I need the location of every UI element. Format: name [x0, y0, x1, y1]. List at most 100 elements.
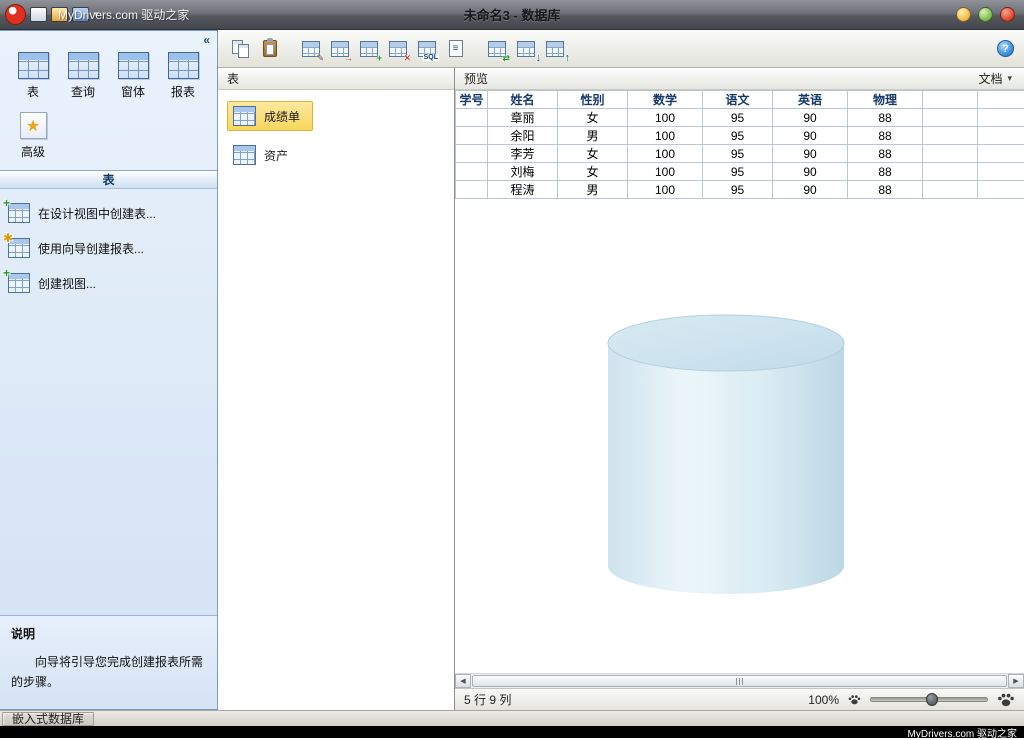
action-label: 创建视图...: [38, 275, 96, 292]
table-row: 余阳 男 100 95 90 88: [456, 127, 1024, 145]
star-icon: ★: [20, 112, 47, 139]
column-header: [978, 91, 1024, 109]
sidebar-item-label: 窗体: [121, 83, 145, 100]
database-type-label: 嵌入式数据库: [2, 712, 94, 726]
maximize-button[interactable]: [978, 7, 993, 22]
column-header: 数学: [628, 91, 703, 109]
toolbar-clipboard-group: [228, 36, 282, 61]
sidebar-item-tables[interactable]: 表: [8, 52, 58, 100]
preview-statusbar: 5 行 9 列 100%: [455, 688, 1024, 710]
table-row: 李芳 女 100 95 90 88: [456, 145, 1024, 163]
create-report-wizard-item[interactable]: ✱ 使用向导创建报表...: [8, 238, 209, 258]
table-row: 章丽 女 100 95 90 88: [456, 109, 1024, 127]
copy-icon[interactable]: [228, 36, 253, 61]
zoom-in-icon[interactable]: [997, 692, 1015, 707]
zoom-level-label: 100%: [808, 693, 839, 707]
main-area: « 表 查询 窗体 报表 ★ 高级 表: [0, 30, 1024, 710]
scrollbar-thumb[interactable]: [472, 675, 1007, 687]
sidebar-section-title: 表: [0, 170, 217, 189]
sidebar-item-advanced[interactable]: ★ 高级: [8, 112, 58, 160]
window-controls: [956, 7, 1024, 22]
column-header: [923, 91, 978, 109]
action-label: 使用向导创建报表...: [38, 240, 144, 257]
description-title: 说明: [11, 625, 206, 642]
quick-access-menu-arrow-icon[interactable]: ▾: [93, 9, 99, 20]
rows-cols-label: 5 行 9 列: [464, 691, 511, 708]
column-header: 性别: [558, 91, 628, 109]
column-header: 物理: [848, 91, 923, 109]
sidebar-actions: + 在设计视图中创建表... ✱ 使用向导创建报表... + 创建视图...: [0, 189, 217, 307]
horizontal-scrollbar: ◀ ▶: [455, 673, 1024, 688]
export-data-icon[interactable]: ⇄: [484, 36, 509, 61]
sidebar-top-strip: «: [0, 31, 217, 46]
sort-ascending-icon[interactable]: ↓: [513, 36, 538, 61]
new-view-icon: +: [8, 273, 30, 293]
sidebar-item-label: 查询: [71, 83, 95, 100]
toolbar: ✎ → + ✕ SQL ≡: [218, 30, 1024, 68]
minimize-button[interactable]: [956, 7, 971, 22]
document-menu-button[interactable]: 文档 ▾: [975, 69, 1015, 88]
report-icon: [168, 52, 199, 79]
tables-panel-header: 表: [218, 68, 454, 90]
wizard-badge-icon: ✱: [3, 231, 13, 245]
chevron-down-icon: ▾: [1007, 73, 1012, 84]
sidebar-item-forms[interactable]: 窗体: [108, 52, 158, 100]
sql-query-icon[interactable]: SQL: [414, 36, 439, 61]
design-table-icon[interactable]: ✎: [298, 36, 323, 61]
tables-icon: [18, 52, 49, 79]
action-label: 在设计视图中创建表...: [38, 205, 156, 222]
toolbar-table-group: ✎ → + ✕ SQL ≡: [298, 36, 468, 61]
description-text: 向导将引导您完成创建报表所需的步骤。: [11, 653, 206, 693]
open-icon[interactable]: [51, 7, 68, 22]
create-table-designview-item[interactable]: + 在设计视图中创建表...: [8, 203, 209, 223]
table-header-row: 学号 姓名 性别 数学 语文 英语 物理: [456, 91, 1024, 109]
import-data-icon[interactable]: →: [327, 36, 352, 61]
footer-watermark-bar: MyDrivers.com 驱动之家: [0, 726, 1024, 738]
form-icon: [118, 52, 149, 79]
list-item-assets[interactable]: 资产: [227, 140, 301, 170]
delete-record-icon[interactable]: ✕: [385, 36, 410, 61]
document-menu-label: 文档: [978, 70, 1002, 87]
sidebar-item-label: 表: [27, 83, 39, 100]
list-item-label: 成绩单: [264, 108, 300, 125]
zoom-slider-thumb[interactable]: [926, 693, 938, 706]
content-row: 表 成绩单 资产 预览 文档: [218, 68, 1024, 710]
sidebar: « 表 查询 窗体 报表 ★ 高级 表: [0, 30, 218, 710]
scrollbar-track[interactable]: [471, 674, 1008, 688]
scroll-left-button[interactable]: ◀: [455, 674, 471, 688]
column-header: 姓名: [488, 91, 558, 109]
close-button[interactable]: [1000, 7, 1015, 22]
preview-header: 预览 文档 ▾: [455, 68, 1024, 90]
zoom-out-icon[interactable]: [848, 694, 861, 705]
collapse-sidebar-button[interactable]: «: [203, 35, 210, 45]
save-icon[interactable]: [72, 7, 89, 22]
paste-icon[interactable]: [257, 36, 282, 61]
table-icon: [233, 106, 256, 126]
tables-panel-title: 表: [227, 70, 239, 87]
sidebar-item-queries[interactable]: 查询: [58, 52, 108, 100]
plus-badge-icon: +: [3, 266, 10, 280]
column-header: 语文: [703, 91, 773, 109]
sort-descending-icon[interactable]: ↑: [542, 36, 567, 61]
table-row: 程涛 男 100 95 90 88: [456, 181, 1024, 199]
zoom-slider[interactable]: [870, 697, 988, 702]
zoom-controls: 100%: [808, 692, 1015, 707]
list-item-grades[interactable]: 成绩单: [227, 101, 313, 131]
cylinder-graphic: [607, 314, 845, 596]
sidebar-item-label: 报表: [171, 83, 195, 100]
quick-access-toolbar: ▾: [0, 4, 99, 25]
tables-list: 成绩单 资产: [218, 90, 454, 181]
description-box: 说明 向导将引导您完成创建报表所需的步骤。: [0, 615, 217, 709]
scroll-right-button[interactable]: ▶: [1008, 674, 1024, 688]
view-definition-icon[interactable]: ≡: [443, 36, 468, 61]
insert-record-icon[interactable]: +: [356, 36, 381, 61]
right-column: ✎ → + ✕ SQL ≡: [218, 30, 1024, 710]
new-document-icon[interactable]: [30, 7, 47, 22]
create-view-item[interactable]: + 创建视图...: [8, 273, 209, 293]
preview-grid: 学号 姓名 性别 数学 语文 英语 物理: [455, 90, 1024, 199]
query-icon: [68, 52, 99, 79]
help-button[interactable]: ?: [997, 40, 1014, 57]
column-header: 学号: [456, 91, 488, 109]
titlebar: ▾ MyDrivers.com 驱动之家 未命名3 - 数据库: [0, 0, 1024, 30]
sidebar-item-reports[interactable]: 报表: [158, 52, 208, 100]
